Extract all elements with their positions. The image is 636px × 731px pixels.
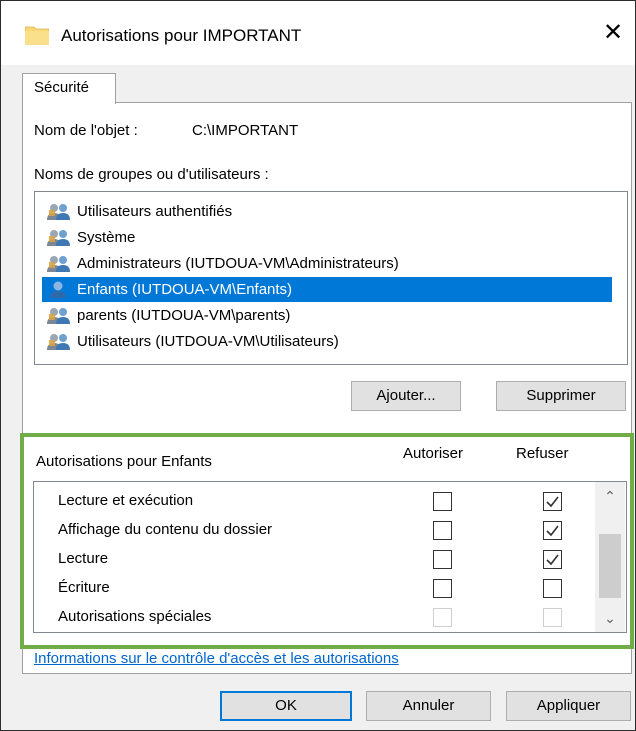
remove-button[interactable]: Supprimer (496, 381, 626, 411)
scroll-up-icon[interactable]: ⌃ (595, 484, 625, 508)
apply-button[interactable]: Appliquer (506, 691, 631, 721)
permissions-scrollbar[interactable]: ⌃ ⌄ (595, 482, 625, 632)
permission-row: Lecture (34, 544, 594, 574)
group-list-item[interactable]: Système (42, 225, 612, 250)
permission-name: Lecture (58, 550, 109, 567)
deny-checkbox[interactable] (543, 492, 562, 511)
group-list-item[interactable]: Administrateurs (IUTDOUA-VM\Administrate… (42, 251, 612, 276)
close-button[interactable]: ✕ (591, 13, 635, 53)
users-group-icon (46, 333, 72, 350)
group-list-item[interactable]: Utilisateurs authentifiés (42, 199, 612, 224)
group-list-item[interactable]: parents (IUTDOUA-VM\parents) (42, 303, 612, 328)
permissions-list[interactable]: Lecture et exécution Affichage du contenu… (33, 481, 627, 633)
tab-label: Sécurité (34, 79, 90, 96)
permission-row: Affichage du contenu du dossier (34, 515, 594, 545)
scroll-thumb[interactable] (599, 534, 621, 598)
permissions-title: Autorisations pour Enfants (36, 453, 212, 470)
tab-securite[interactable]: Sécurité (22, 73, 116, 104)
group-list-item-label: Enfants (IUTDOUA-VM\Enfants) (77, 281, 293, 298)
window-title: Autorisations pour IMPORTANT (61, 26, 302, 45)
group-list-item[interactable]: Enfants (IUTDOUA-VM\Enfants) (42, 277, 612, 302)
deny-checkbox[interactable] (543, 579, 562, 598)
scroll-down-icon[interactable]: ⌄ (595, 606, 625, 630)
object-name-label: Nom de l'objet : (34, 122, 138, 139)
ok-button[interactable]: OK (220, 691, 352, 721)
groups-listbox[interactable]: Utilisateurs authentifiés Système Administ… (34, 191, 628, 365)
permission-name: Lecture et exécution (58, 492, 194, 509)
users-group-icon (46, 255, 72, 272)
folder-icon (25, 26, 49, 45)
close-icon: ✕ (602, 19, 624, 46)
permission-row: Autorisations spéciales (34, 602, 594, 632)
deny-checkbox[interactable] (543, 550, 562, 569)
permission-name: Affichage du contenu du dossier (58, 521, 273, 538)
groups-label: Noms de groupes ou d'utilisateurs : (34, 166, 269, 183)
group-list-item-label: Utilisateurs authentifiés (77, 203, 233, 220)
users-group-icon (46, 203, 72, 220)
permissions-dialog: Autorisations pour IMPORTANT ✕ Sécurité … (0, 0, 636, 731)
permission-name: Écriture (58, 579, 110, 596)
allow-checkbox[interactable] (433, 492, 452, 511)
permission-row: Écriture (34, 573, 594, 603)
add-button[interactable]: Ajouter... (351, 381, 461, 411)
allow-checkbox[interactable] (433, 521, 452, 540)
column-allow-header: Autoriser (403, 445, 464, 462)
allow-checkbox[interactable] (433, 579, 452, 598)
group-list-item-label: parents (IUTDOUA-VM\parents) (77, 307, 291, 324)
group-list-item-label: Administrateurs (IUTDOUA-VM\Administrate… (77, 255, 399, 272)
deny-checkbox[interactable] (543, 521, 562, 540)
column-deny-header: Refuser (516, 445, 569, 462)
group-list-item-label: Utilisateurs (IUTDOUA-VM\Utilisateurs) (77, 333, 339, 350)
group-list-item-label: Système (77, 229, 136, 246)
permission-name: Autorisations spéciales (58, 608, 212, 625)
group-list-item[interactable]: Utilisateurs (IUTDOUA-VM\Utilisateurs) (42, 329, 612, 354)
cancel-button[interactable]: Annuler (366, 691, 491, 721)
deny-checkbox (543, 608, 562, 627)
permission-row: Lecture et exécution (34, 486, 594, 516)
single-user-icon (46, 281, 72, 298)
object-name-value: C:\IMPORTANT (192, 122, 299, 139)
allow-checkbox (433, 608, 452, 627)
access-control-info-link[interactable]: Informations sur le contrôle d'accès et … (34, 650, 399, 667)
allow-checkbox[interactable] (433, 550, 452, 569)
title-bar[interactable]: Autorisations pour IMPORTANT ✕ (1, 1, 635, 65)
users-group-icon (46, 229, 72, 246)
users-group-icon (46, 307, 72, 324)
